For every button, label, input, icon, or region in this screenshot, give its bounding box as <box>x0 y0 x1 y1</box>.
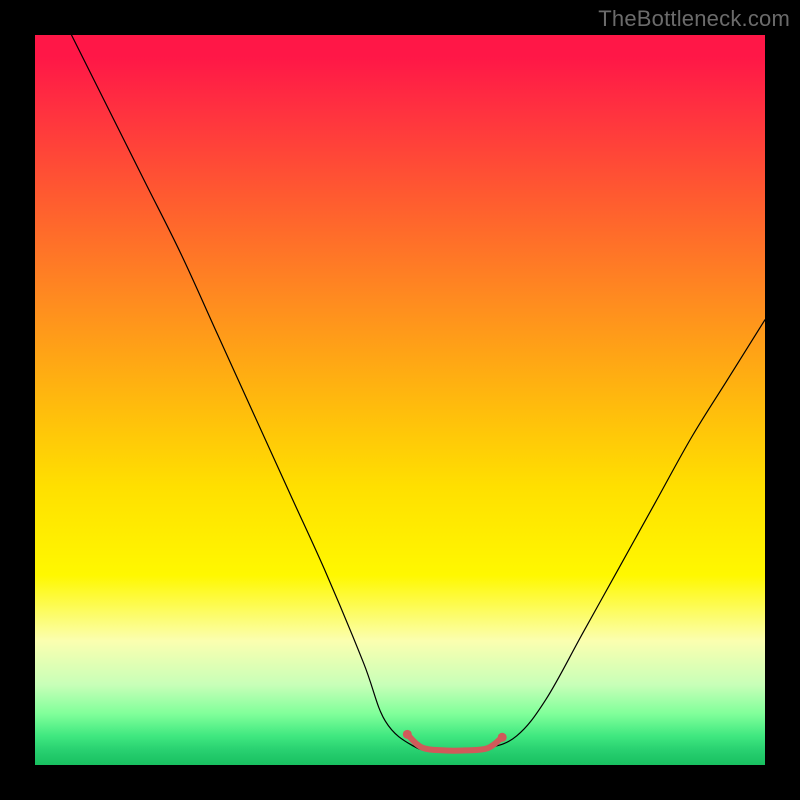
optimal-start-dot <box>403 730 412 739</box>
optimal-end-dot <box>498 733 507 742</box>
chart-svg <box>35 35 765 765</box>
optimal-range-highlight <box>407 734 502 750</box>
curve-layer <box>72 35 766 751</box>
markers-layer <box>403 730 507 742</box>
bottleneck-curve <box>72 35 766 751</box>
highlight-layer <box>407 734 502 750</box>
plot-area <box>35 35 765 765</box>
chart-frame: TheBottleneck.com <box>0 0 800 800</box>
watermark-text: TheBottleneck.com <box>598 6 790 32</box>
